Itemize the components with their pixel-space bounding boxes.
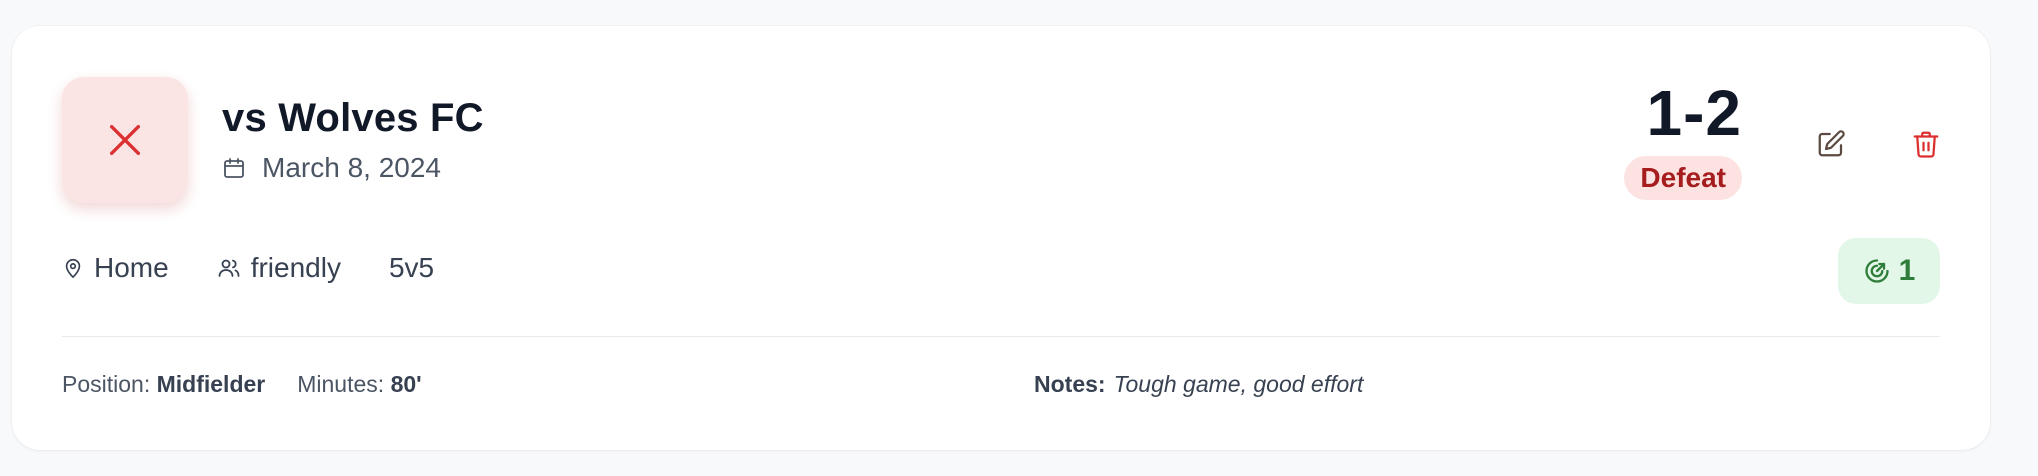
calendar-icon <box>224 158 244 178</box>
notes-label: Notes: <box>1034 371 1106 397</box>
notes-text: Tough game, good effort <box>1113 371 1364 397</box>
outcome-badge: Defeat <box>1624 156 1742 200</box>
minutes-value: 80' <box>390 371 422 397</box>
location-label: Home <box>94 252 169 283</box>
x-icon <box>110 125 140 155</box>
position-detail: Position: Midfielder <box>62 371 265 398</box>
target-icon <box>1865 259 1889 283</box>
match-date-row: March 8, 2024 <box>222 152 441 184</box>
match-type-label: friendly <box>250 252 341 283</box>
map-pin-icon <box>65 258 81 278</box>
match-meta-row: Home friendly 5v5 <box>62 252 434 284</box>
match-card: vs Wolves FC March 8, 2024 1-2 Defeat Ho… <box>12 26 1990 450</box>
position-value: Midfielder <box>156 371 266 397</box>
divider <box>62 336 1940 337</box>
goals-count: 1 <box>1898 254 1916 287</box>
match-type-item: friendly <box>217 252 341 284</box>
edit-icon <box>1818 130 1845 157</box>
trash-icon <box>1913 131 1939 158</box>
format-label: 5v5 <box>388 252 435 283</box>
users-icon <box>218 259 240 277</box>
result-badge <box>62 77 188 203</box>
minutes-label: Minutes: <box>297 371 385 397</box>
position-label: Position: <box>62 371 151 397</box>
notes-detail: Notes: Tough game, good effort <box>1034 371 1363 398</box>
delete-button[interactable] <box>1904 122 1948 166</box>
match-title: vs Wolves FC <box>222 96 484 140</box>
edit-button[interactable] <box>1809 122 1853 166</box>
goals-chip: 1 <box>1838 238 1940 304</box>
location-item: Home <box>62 252 169 284</box>
minutes-detail: Minutes: 80' <box>297 371 421 398</box>
match-score: 1-2 <box>1646 77 1742 149</box>
player-details-row: Position: Midfielder Minutes: 80' <box>62 371 422 398</box>
match-date: March 8, 2024 <box>262 152 441 183</box>
